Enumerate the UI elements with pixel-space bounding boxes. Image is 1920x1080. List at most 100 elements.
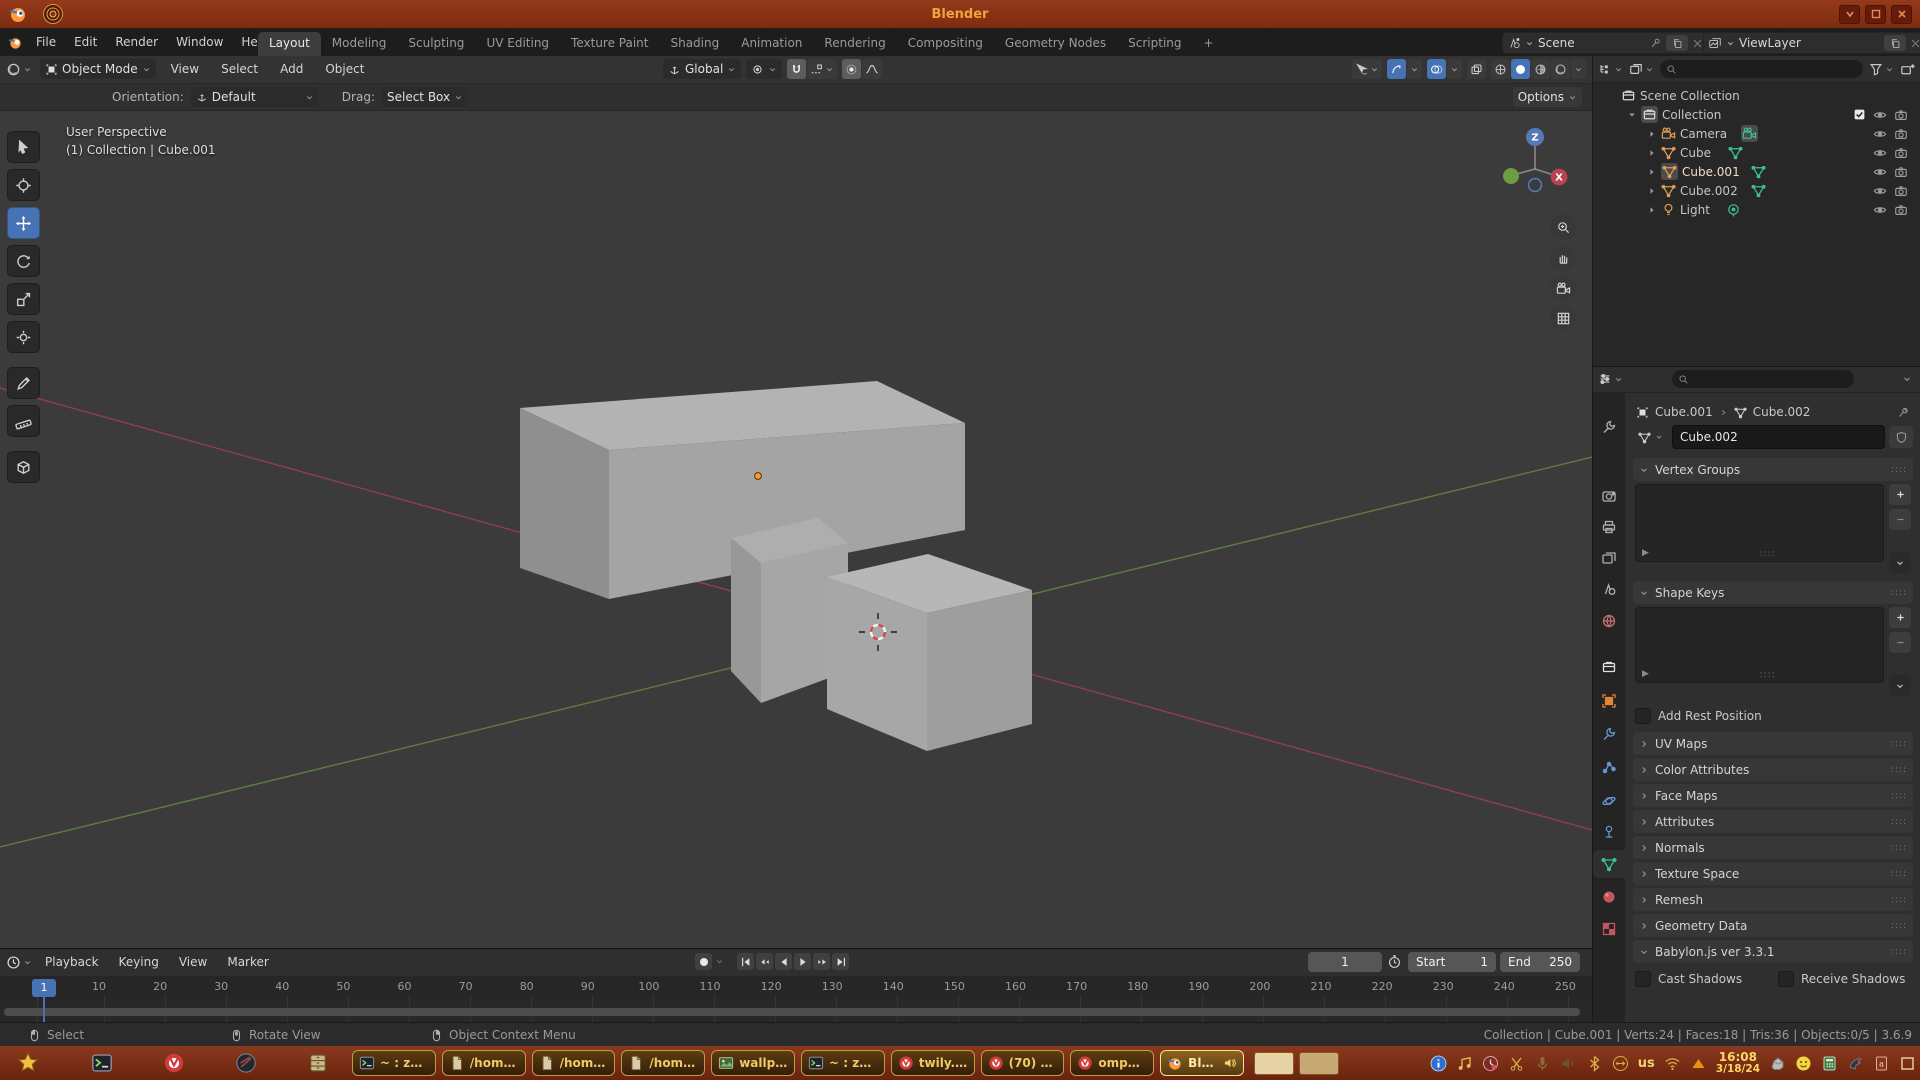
blender-app-menu-icon[interactable]	[8, 35, 23, 50]
list-remove-button[interactable]	[1889, 632, 1911, 653]
orientation-setting-dropdown[interactable]: Default	[191, 87, 319, 107]
launcher-star[interactable]	[16, 1051, 40, 1075]
outliner-search-input[interactable]	[1660, 60, 1863, 78]
outliner-row-camera[interactable]: Camera	[1593, 124, 1920, 143]
zoom-button[interactable]	[1550, 214, 1576, 240]
new-viewlayer-button[interactable]	[1884, 35, 1906, 51]
receive-shadows-checkbox[interactable]	[1778, 971, 1794, 987]
outliner-row-collection[interactable]: Collection	[1593, 105, 1920, 124]
scene-selector[interactable]: Scene	[1502, 32, 1708, 54]
properties-tab-physics[interactable]	[1593, 787, 1625, 815]
menu-render[interactable]: Render	[107, 32, 166, 52]
panel-header-babylon-js-ver-3-3-1[interactable]: Babylon.js ver 3.3.1::::	[1633, 940, 1913, 963]
properties-tab-object[interactable]	[1593, 687, 1625, 715]
play-button[interactable]	[794, 953, 811, 970]
panel-header-texture-space[interactable]: Texture Space::::	[1633, 862, 1913, 885]
options-dropdown[interactable]: Options	[1513, 87, 1582, 107]
add-rest-position-checkbox[interactable]	[1635, 708, 1651, 724]
list-add-button[interactable]	[1889, 484, 1911, 505]
panel-grip-icon[interactable]: ::::	[1891, 739, 1907, 749]
editor-type-button[interactable]	[6, 62, 32, 77]
properties-tab-world[interactable]	[1593, 607, 1625, 635]
outliner-item-label[interactable]: Cube.001	[1682, 165, 1740, 179]
tray-mic-icon[interactable]	[1534, 1055, 1551, 1072]
disable-render-toggle[interactable]	[1894, 146, 1908, 160]
panel-grip-icon[interactable]: ::::	[1891, 921, 1907, 931]
overlays-dropdown[interactable]	[1447, 59, 1462, 79]
panel-grip-icon[interactable]: ::::	[1891, 791, 1907, 801]
tray-wifi-icon[interactable]	[1664, 1055, 1681, 1072]
datablock-type-dropdown[interactable]	[1633, 427, 1668, 447]
tab-geometry-nodes[interactable]: Geometry Nodes	[994, 32, 1117, 56]
outliner-editor-type-button[interactable]	[1598, 62, 1623, 76]
tray-square-icon[interactable]	[1899, 1055, 1916, 1072]
cube-002-mesh[interactable]	[827, 554, 1032, 751]
taskbar-window-twily-inf[interactable]: twily.inf...	[891, 1050, 975, 1076]
object-origin-dot[interactable]	[755, 473, 762, 480]
viewport-menu-object[interactable]: Object	[318, 59, 371, 79]
properties-editor-type-button[interactable]	[1598, 372, 1623, 386]
timeline-menu-playback[interactable]: Playback	[38, 952, 106, 972]
panel-grip-icon[interactable]: ::::	[1891, 588, 1907, 598]
tray-info-icon[interactable]	[1430, 1055, 1447, 1072]
pivot-dropdown[interactable]	[746, 59, 782, 79]
expand-icon[interactable]	[1647, 167, 1657, 177]
properties-tab-data[interactable]	[1593, 850, 1625, 878]
shape-keys-list[interactable]: ▶::::	[1635, 607, 1884, 683]
breadcrumb-data[interactable]: Cube.002	[1753, 405, 1811, 419]
snap-toggle[interactable]	[787, 59, 806, 79]
tab-animation[interactable]: Animation	[730, 32, 813, 56]
remove-viewlayer-icon[interactable]	[1910, 38, 1920, 49]
tab-[interactable]: +	[1193, 32, 1225, 56]
gizmos-dropdown[interactable]	[1407, 59, 1422, 79]
expand-icon[interactable]	[1647, 148, 1657, 158]
disable-render-toggle[interactable]	[1894, 203, 1908, 217]
taskbar-window-home[interactable]: /home/...	[532, 1050, 616, 1076]
drag-setting-dropdown[interactable]: Select Box	[382, 87, 468, 107]
panel-header-face-maps[interactable]: Face Maps::::	[1633, 784, 1913, 807]
shading-wireframe-toggle[interactable]	[1491, 59, 1510, 79]
viewport-menu-add[interactable]: Add	[273, 59, 310, 79]
outliner-item-label[interactable]: Light	[1680, 203, 1710, 217]
timeline-menu-view[interactable]: View	[172, 952, 214, 972]
properties-options-chevron-icon[interactable]	[1902, 374, 1912, 384]
disable-render-toggle[interactable]	[1894, 127, 1908, 141]
panel-grip-icon[interactable]: ::::	[1891, 765, 1907, 775]
taskbar-window-70-ble[interactable]: (70) Ble...	[981, 1050, 1065, 1076]
launcher-darktable[interactable]	[234, 1051, 258, 1075]
record-options-chevron-icon[interactable]	[715, 957, 724, 966]
disable-render-toggle[interactable]	[1894, 165, 1908, 179]
outliner-item-label[interactable]: Scene Collection	[1640, 89, 1740, 103]
expand-icon[interactable]	[1647, 129, 1657, 139]
outliner-filter-button[interactable]	[1869, 62, 1894, 76]
fake-user-shield-button[interactable]	[1889, 426, 1913, 448]
tool-transform-button[interactable]	[7, 321, 40, 353]
launcher-terminal[interactable]	[90, 1051, 114, 1075]
outliner-row-cube-002[interactable]: Cube.002	[1593, 181, 1920, 200]
panel-grip-icon[interactable]: ::::	[1891, 869, 1907, 879]
outliner-display-mode-button[interactable]	[1629, 62, 1654, 76]
tab-rendering[interactable]: Rendering	[813, 32, 896, 56]
jump-start-button[interactable]	[737, 953, 754, 970]
tray-scissors-icon[interactable]	[1508, 1055, 1525, 1072]
tool-annotate-button[interactable]	[7, 367, 40, 399]
jump-end-button[interactable]	[832, 953, 849, 970]
viewlayer-selector[interactable]: ViewLayer	[1703, 32, 1920, 54]
selectability-dropdown[interactable]	[1352, 59, 1382, 79]
hide-viewport-toggle[interactable]	[1873, 203, 1887, 217]
timeline-playhead[interactable]	[43, 994, 45, 1023]
properties-tab-particles[interactable]	[1593, 753, 1625, 781]
current-frame-field[interactable]: 1	[1308, 952, 1382, 972]
tool-add-cube-button[interactable]	[7, 451, 40, 483]
panel-grip-icon[interactable]: ::::	[1891, 895, 1907, 905]
toggle-ortho-button[interactable]	[1550, 305, 1576, 331]
scene-name[interactable]: Scene	[1538, 36, 1646, 50]
outliner-item-label[interactable]: Collection	[1662, 108, 1721, 122]
panel-header-color-attributes[interactable]: Color Attributes::::	[1633, 758, 1913, 781]
tray-smiley-icon[interactable]	[1795, 1055, 1812, 1072]
scene-render[interactable]	[0, 111, 1592, 948]
viewport-menu-view[interactable]: View	[164, 59, 206, 79]
launcher-files[interactable]	[306, 1051, 330, 1075]
datablock-name-field[interactable]: Cube.002	[1672, 425, 1885, 449]
panel-header-attributes[interactable]: Attributes::::	[1633, 810, 1913, 833]
